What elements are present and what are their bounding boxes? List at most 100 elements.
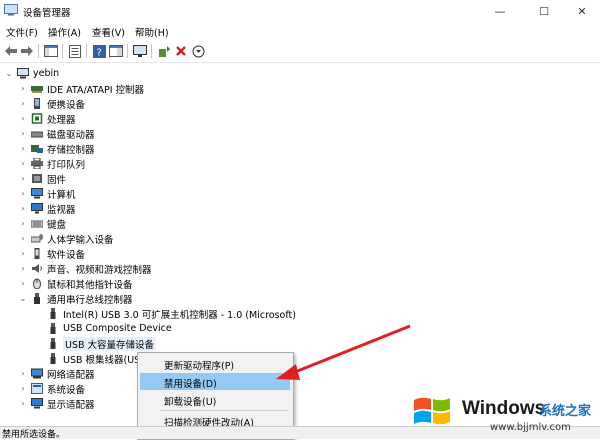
- computer-icon: [31, 188, 43, 199]
- tree-node[interactable]: › 声音、视频和游戏控制器: [18, 261, 152, 276]
- watermark-cn: 系统之家: [539, 404, 592, 419]
- disk-drive-icon: [31, 131, 43, 138]
- tree-root[interactable]: ⌄ yebin: [4, 66, 59, 81]
- computer-icon: [17, 68, 29, 79]
- software-device-icon: [34, 248, 40, 259]
- chevron-right-icon[interactable]: ›: [18, 189, 28, 198]
- chevron-right-icon[interactable]: ›: [18, 234, 28, 243]
- tree-node[interactable]: › 便携设备: [18, 96, 85, 111]
- console-tree-icon[interactable]: [43, 43, 59, 59]
- storage-controller-icon: [31, 145, 43, 153]
- chevron-right-icon[interactable]: ›: [18, 129, 28, 138]
- tree-node[interactable]: › 监视器: [18, 201, 76, 216]
- keyboard-icon: [31, 220, 43, 228]
- system-device-icon: [31, 383, 43, 394]
- tree-node[interactable]: › 固件: [18, 171, 66, 186]
- tree-leaf[interactable]: Intel(R) USB 3.0 可扩展主机控制器 - 1.0 (Microso…: [44, 306, 296, 321]
- tree-node[interactable]: › 网络适配器: [18, 366, 95, 381]
- tree-node[interactable]: › 磁盘驱动器: [18, 126, 94, 141]
- title-bar: 设备管理器 — ☐ ✕: [0, 0, 600, 22]
- chevron-right-icon[interactable]: ›: [18, 369, 28, 378]
- download-icon[interactable]: [190, 43, 206, 59]
- menu-item-disable-device[interactable]: 禁用设备(D): [140, 373, 290, 390]
- menu-item-update-driver[interactable]: 更新驱动程序(P): [140, 355, 290, 372]
- window-title: 设备管理器: [23, 8, 71, 19]
- chevron-down-icon[interactable]: ⌄: [18, 294, 28, 303]
- tree-node[interactable]: › 处理器: [18, 111, 76, 126]
- chevron-right-icon[interactable]: ›: [18, 159, 28, 168]
- device-manager-icon: [4, 4, 18, 16]
- ide-controller-icon: [31, 86, 43, 93]
- tree-leaf[interactable]: USB 根集线器(USB: [44, 351, 147, 366]
- minimize-button[interactable]: —: [480, 0, 520, 22]
- hid-icon: [31, 234, 43, 243]
- chevron-right-icon[interactable]: ›: [18, 114, 28, 123]
- help-icon[interactable]: ?: [91, 43, 107, 59]
- watermark-url: www.bjjmlv.com: [490, 422, 571, 433]
- network-adapter-icon: [31, 368, 43, 379]
- forward-icon[interactable]: [19, 43, 35, 59]
- monitor-scan-icon[interactable]: [132, 43, 148, 59]
- chevron-right-icon[interactable]: ›: [18, 174, 28, 183]
- tree-node[interactable]: › 存储控制器: [18, 141, 94, 156]
- chevron-right-icon[interactable]: ›: [18, 99, 28, 108]
- tree-node[interactable]: › 键盘: [18, 216, 66, 231]
- chevron-right-icon[interactable]: ›: [18, 249, 28, 258]
- chevron-right-icon[interactable]: ›: [18, 84, 28, 93]
- menu-item-uninstall-device[interactable]: 卸载设备(U): [140, 391, 290, 408]
- usb-icon: [50, 338, 56, 349]
- update-driver-icon[interactable]: [156, 43, 172, 59]
- menu-action[interactable]: 操作(A): [48, 25, 81, 39]
- tree-node-usb-controllers[interactable]: ⌄ 通用串行总线控制器: [18, 291, 133, 306]
- svg-text:?: ?: [96, 47, 101, 58]
- menu-help[interactable]: 帮助(H): [135, 25, 169, 39]
- status-text: 禁用所选设备。: [2, 430, 66, 440]
- chevron-down-icon[interactable]: ⌄: [4, 69, 14, 78]
- tree-node[interactable]: › 打印队列: [18, 156, 85, 171]
- chevron-right-icon[interactable]: ›: [18, 399, 28, 408]
- tree-node[interactable]: › 软件设备: [18, 246, 85, 261]
- menu-separator: [160, 410, 288, 411]
- printer-icon: [31, 158, 43, 169]
- close-button[interactable]: ✕: [562, 0, 600, 22]
- chevron-right-icon[interactable]: ›: [18, 219, 28, 228]
- chevron-right-icon[interactable]: ›: [18, 264, 28, 273]
- maximize-button[interactable]: ☐: [524, 0, 564, 22]
- chevron-right-icon[interactable]: ›: [18, 204, 28, 213]
- watermark: Windows 系统之家 www.bjjmlv.com: [412, 394, 598, 438]
- tree-node[interactable]: › 显示适配器: [18, 396, 95, 411]
- menu-file[interactable]: 文件(F): [6, 25, 38, 39]
- annotation-arrow: [276, 324, 411, 380]
- chevron-right-icon[interactable]: ›: [18, 144, 28, 153]
- sound-icon: [32, 264, 42, 273]
- firmware-icon: [32, 174, 42, 183]
- usb-icon: [34, 293, 40, 304]
- chevron-right-icon[interactable]: ›: [18, 384, 28, 393]
- toolbar: ?: [0, 40, 600, 63]
- view-icon[interactable]: [108, 43, 124, 59]
- tree-node[interactable]: › IDE ATA/ATAPI 控制器: [18, 81, 144, 96]
- menu-bar: 文件(F) 操作(A) 查看(V) 帮助(H): [0, 22, 600, 40]
- tree-node[interactable]: › 计算机: [18, 186, 76, 201]
- windows-logo-icon: [414, 397, 450, 425]
- back-icon[interactable]: [3, 43, 19, 59]
- tree-root-label: yebin: [33, 68, 60, 79]
- usb-icon: [50, 323, 56, 334]
- menu-view[interactable]: 查看(V): [92, 25, 125, 39]
- tree-node[interactable]: › 人体学输入设备: [18, 231, 114, 246]
- processor-icon: [31, 113, 43, 124]
- uninstall-icon[interactable]: [173, 43, 189, 59]
- usb-icon: [50, 308, 56, 319]
- properties-sheet-icon[interactable]: [67, 43, 83, 59]
- tree-node[interactable]: › 鼠标和其他指针设备: [18, 276, 133, 291]
- monitor-icon: [31, 203, 43, 214]
- usb-icon: [50, 353, 56, 364]
- tree-leaf[interactable]: USB Composite Device: [44, 321, 172, 336]
- tree-leaf-selected[interactable]: USB 大容量存储设备: [44, 336, 157, 351]
- tree-node[interactable]: › 系统设备: [18, 381, 85, 396]
- mouse-icon: [33, 278, 41, 289]
- portable-device-icon: [34, 98, 40, 109]
- watermark-brand: Windows: [462, 398, 546, 419]
- chevron-right-icon[interactable]: ›: [18, 279, 28, 288]
- display-adapter-icon: [31, 398, 43, 409]
